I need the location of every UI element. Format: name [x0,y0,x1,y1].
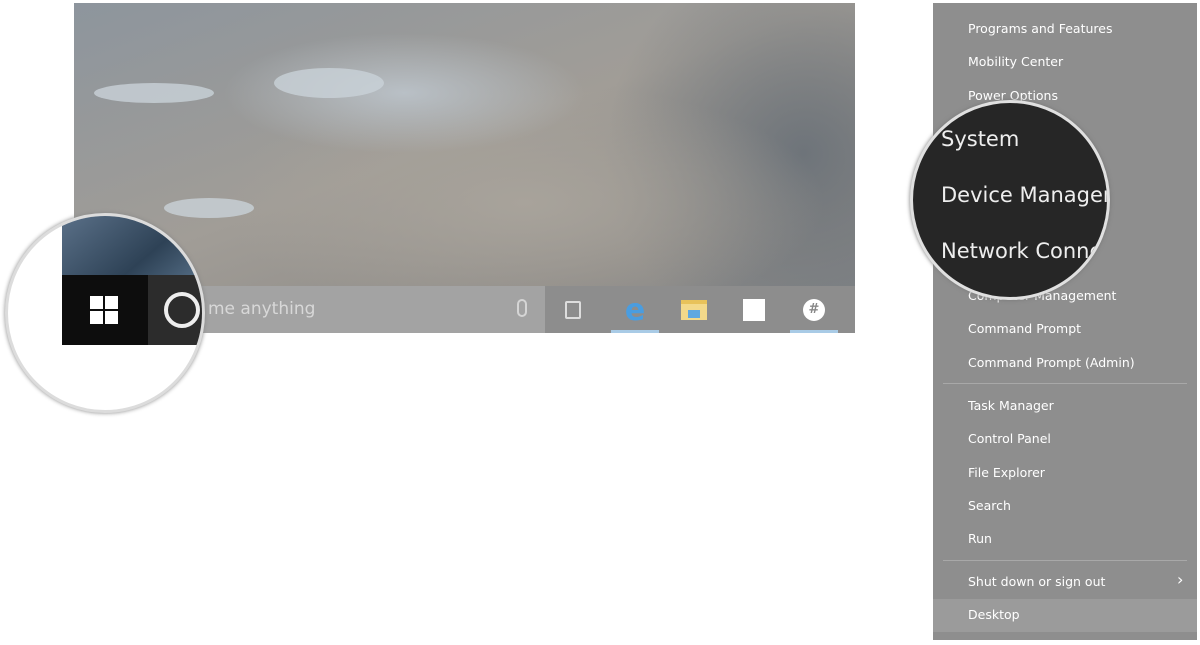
store-icon[interactable] [740,296,768,324]
menu-item-mobility-center[interactable]: Mobility Center [968,54,1063,69]
menu-magnifier: System Device Manager Network Connec [910,100,1110,300]
menu-item-shut-down[interactable]: Shut down or sign out [968,574,1105,589]
task-view-icon[interactable] [559,296,587,324]
divider [943,383,1187,384]
menu-item-system[interactable]: System [941,127,1019,151]
cortana-icon [164,292,200,328]
power-user-menu: Programs and Features Mobility Center Po… [933,3,1197,640]
menu-item-programs-and-features[interactable]: Programs and Features [968,21,1112,36]
menu-item-control-panel[interactable]: Control Panel [968,431,1051,446]
menu-item-device-manager[interactable]: Device Manager [941,183,1107,207]
active-indicator [790,330,838,333]
start-button[interactable] [62,275,148,345]
taskbar-apps: e # [545,286,855,333]
slack-icon[interactable]: # [800,296,828,324]
microphone-icon[interactable] [517,299,527,317]
cortana-button[interactable] [148,275,202,345]
menu-item-desktop[interactable]: Desktop [968,607,1020,622]
chevron-right-icon: › [1177,570,1184,589]
menu-item-command-prompt-admin[interactable]: Command Prompt (Admin) [968,355,1135,370]
windows-logo-icon [90,296,118,324]
menu-item-file-explorer[interactable]: File Explorer [968,465,1045,480]
search-placeholder: me anything [208,299,316,319]
start-button-magnifier [5,213,205,413]
active-indicator [611,330,659,333]
menu-item-search[interactable]: Search [968,498,1011,513]
menu-item-command-prompt[interactable]: Command Prompt [968,321,1081,336]
menu-item-task-manager[interactable]: Task Manager [968,398,1054,413]
menu-item-network-connections[interactable]: Network Connec [941,239,1107,263]
menu-item-run[interactable]: Run [968,531,992,546]
search-box[interactable]: me anything [196,286,545,333]
edge-icon[interactable]: e [621,293,649,328]
divider [943,560,1187,561]
file-explorer-icon[interactable] [680,296,708,324]
